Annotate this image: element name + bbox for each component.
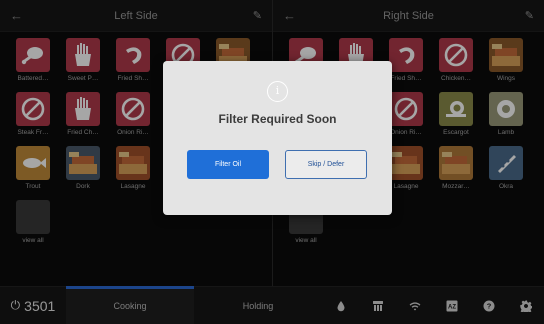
filter-dialog: i Filter Required Soon Filter Oil Skip /… — [163, 61, 392, 215]
skip-defer-button[interactable]: Skip / Defer — [285, 150, 367, 179]
dialog-message: Filter Required Soon — [218, 112, 337, 126]
filter-oil-button[interactable]: Filter Oil — [187, 150, 269, 179]
info-icon: i — [267, 81, 288, 102]
